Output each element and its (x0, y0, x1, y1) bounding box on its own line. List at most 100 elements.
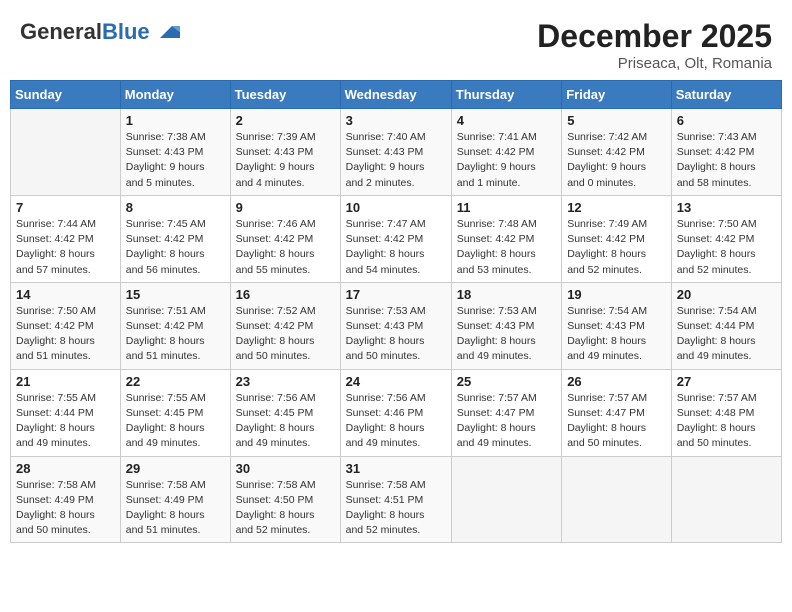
day-info: Sunrise: 7:58 AMSunset: 4:49 PMDaylight:… (126, 478, 225, 539)
day-number: 10 (346, 200, 446, 215)
day-header-saturday: Saturday (671, 81, 781, 109)
day-info: Sunrise: 7:46 AMSunset: 4:42 PMDaylight:… (236, 217, 335, 278)
day-number: 26 (567, 374, 666, 389)
calendar-cell: 3Sunrise: 7:40 AMSunset: 4:43 PMDaylight… (340, 109, 451, 196)
day-info: Sunrise: 7:55 AMSunset: 4:44 PMDaylight:… (16, 391, 115, 452)
calendar-cell (451, 456, 561, 543)
calendar-header-row: SundayMondayTuesdayWednesdayThursdayFrid… (11, 81, 782, 109)
day-info: Sunrise: 7:58 AMSunset: 4:51 PMDaylight:… (346, 478, 446, 539)
day-number: 24 (346, 374, 446, 389)
calendar-cell: 17 Sunrise: 7:53 AMSunset: 4:43 PMDayligh… (340, 282, 451, 369)
day-info: Sunrise: 7:54 AMSunset: 4:43 PMDaylight:… (567, 304, 666, 365)
calendar-week-2: 7Sunrise: 7:44 AMSunset: 4:42 PMDaylight… (11, 195, 782, 282)
logo: GeneralBlue (20, 18, 180, 46)
day-number: 27 (677, 374, 776, 389)
calendar-cell: 5 Sunrise: 7:42 AMSunset: 4:42 PMDaylight… (562, 109, 672, 196)
day-header-monday: Monday (120, 81, 230, 109)
calendar-cell: 18 Sunrise: 7:53 AMSunset: 4:43 PMDayligh… (451, 282, 561, 369)
calendar-cell: 14 Sunrise: 7:50 AMSunset: 4:42 PMDayligh… (11, 282, 121, 369)
calendar-table: SundayMondayTuesdayWednesdayThursdayFrid… (10, 80, 782, 543)
day-info: Sunrise: 7:55 AMSunset: 4:45 PMDaylight:… (126, 391, 225, 452)
day-number: 6 (677, 113, 776, 128)
day-number: 22 (126, 374, 225, 389)
calendar-cell: 23 Sunrise: 7:56 AMSunset: 4:45 PMDayligh… (230, 369, 340, 456)
day-info: Sunrise: 7:53 AMSunset: 4:43 PMDaylight:… (457, 304, 556, 365)
calendar-cell: 7Sunrise: 7:44 AMSunset: 4:42 PMDaylight… (11, 195, 121, 282)
logo-icon (152, 18, 180, 46)
calendar-cell (671, 456, 781, 543)
calendar-week-5: 28 Sunrise: 7:58 AMSunset: 4:49 PMDayligh… (11, 456, 782, 543)
calendar-cell: 10 Sunrise: 7:47 AMSunset: 4:42 PMDayligh… (340, 195, 451, 282)
calendar-cell: 24Sunrise: 7:56 AMSunset: 4:46 PMDayligh… (340, 369, 451, 456)
calendar-cell: 13Sunrise: 7:50 AMSunset: 4:42 PMDayligh… (671, 195, 781, 282)
day-info: Sunrise: 7:47 AMSunset: 4:42 PMDaylight:… (346, 217, 446, 278)
day-number: 25 (457, 374, 556, 389)
day-number: 21 (16, 374, 115, 389)
day-info: Sunrise: 7:57 AMSunset: 4:47 PMDaylight:… (567, 391, 666, 452)
day-info: Sunrise: 7:40 AMSunset: 4:43 PMDaylight:… (346, 130, 446, 191)
day-header-sunday: Sunday (11, 81, 121, 109)
day-info: Sunrise: 7:50 AMSunset: 4:42 PMDaylight:… (16, 304, 115, 365)
day-info: Sunrise: 7:53 AMSunset: 4:43 PMDaylight:… (346, 304, 446, 365)
day-number: 29 (126, 461, 225, 476)
day-header-thursday: Thursday (451, 81, 561, 109)
day-info: Sunrise: 7:49 AMSunset: 4:42 PMDaylight:… (567, 217, 666, 278)
day-info: Sunrise: 7:38 AMSunset: 4:43 PMDaylight:… (126, 130, 225, 191)
day-info: Sunrise: 7:57 AMSunset: 4:47 PMDaylight:… (457, 391, 556, 452)
day-number: 23 (236, 374, 335, 389)
calendar-cell: 1 Sunrise: 7:38 AMSunset: 4:43 PMDaylight… (120, 109, 230, 196)
day-number: 18 (457, 287, 556, 302)
day-number: 31 (346, 461, 446, 476)
day-number: 9 (236, 200, 335, 215)
day-info: Sunrise: 7:58 AMSunset: 4:49 PMDaylight:… (16, 478, 115, 539)
calendar-cell: 20Sunrise: 7:54 AMSunset: 4:44 PMDayligh… (671, 282, 781, 369)
logo-blue-text: Blue (102, 19, 150, 44)
day-number: 5 (567, 113, 666, 128)
day-info: Sunrise: 7:56 AMSunset: 4:45 PMDaylight:… (236, 391, 335, 452)
day-number: 1 (126, 113, 225, 128)
calendar-cell: 31 Sunrise: 7:58 AMSunset: 4:51 PMDayligh… (340, 456, 451, 543)
calendar-cell: 25 Sunrise: 7:57 AMSunset: 4:47 PMDayligh… (451, 369, 561, 456)
calendar-cell: 11 Sunrise: 7:48 AMSunset: 4:42 PMDayligh… (451, 195, 561, 282)
calendar-cell: 16Sunrise: 7:52 AMSunset: 4:42 PMDayligh… (230, 282, 340, 369)
calendar-week-3: 14 Sunrise: 7:50 AMSunset: 4:42 PMDayligh… (11, 282, 782, 369)
day-info: Sunrise: 7:50 AMSunset: 4:42 PMDaylight:… (677, 217, 776, 278)
calendar-cell: 8 Sunrise: 7:45 AMSunset: 4:42 PMDaylight… (120, 195, 230, 282)
calendar-cell (11, 109, 121, 196)
day-number: 20 (677, 287, 776, 302)
calendar-cell: 19 Sunrise: 7:54 AMSunset: 4:43 PMDayligh… (562, 282, 672, 369)
day-info: Sunrise: 7:43 AMSunset: 4:42 PMDaylight:… (677, 130, 776, 191)
day-number: 30 (236, 461, 335, 476)
day-info: Sunrise: 7:58 AMSunset: 4:50 PMDaylight:… (236, 478, 335, 539)
calendar-cell: 15 Sunrise: 7:51 AMSunset: 4:42 PMDayligh… (120, 282, 230, 369)
day-number: 17 (346, 287, 446, 302)
day-number: 8 (126, 200, 225, 215)
calendar-cell (562, 456, 672, 543)
calendar-cell: 27 Sunrise: 7:57 AMSunset: 4:48 PMDayligh… (671, 369, 781, 456)
calendar-cell: 21 Sunrise: 7:55 AMSunset: 4:44 PMDayligh… (11, 369, 121, 456)
calendar-cell: 6 Sunrise: 7:43 AMSunset: 4:42 PMDaylight… (671, 109, 781, 196)
logo-general-text: General (20, 19, 102, 44)
day-info: Sunrise: 7:57 AMSunset: 4:48 PMDaylight:… (677, 391, 776, 452)
calendar-cell: 4Sunrise: 7:41 AMSunset: 4:42 PMDaylight… (451, 109, 561, 196)
calendar-cell: 30 Sunrise: 7:58 AMSunset: 4:50 PMDayligh… (230, 456, 340, 543)
location: Priseaca, Olt, Romania (537, 55, 772, 72)
calendar-cell: 26 Sunrise: 7:57 AMSunset: 4:47 PMDayligh… (562, 369, 672, 456)
day-info: Sunrise: 7:51 AMSunset: 4:42 PMDaylight:… (126, 304, 225, 365)
month-title: December 2025 (537, 18, 772, 55)
day-number: 14 (16, 287, 115, 302)
day-number: 15 (126, 287, 225, 302)
day-number: 11 (457, 200, 556, 215)
day-header-friday: Friday (562, 81, 672, 109)
day-info: Sunrise: 7:39 AMSunset: 4:43 PMDaylight:… (236, 130, 335, 191)
calendar-cell: 2Sunrise: 7:39 AMSunset: 4:43 PMDaylight… (230, 109, 340, 196)
calendar-cell: 9 Sunrise: 7:46 AMSunset: 4:42 PMDaylight… (230, 195, 340, 282)
day-info: Sunrise: 7:45 AMSunset: 4:42 PMDaylight:… (126, 217, 225, 278)
day-header-wednesday: Wednesday (340, 81, 451, 109)
day-info: Sunrise: 7:48 AMSunset: 4:42 PMDaylight:… (457, 217, 556, 278)
day-info: Sunrise: 7:42 AMSunset: 4:42 PMDaylight:… (567, 130, 666, 191)
day-number: 4 (457, 113, 556, 128)
calendar-cell: 22 Sunrise: 7:55 AMSunset: 4:45 PMDayligh… (120, 369, 230, 456)
day-number: 19 (567, 287, 666, 302)
day-number: 28 (16, 461, 115, 476)
